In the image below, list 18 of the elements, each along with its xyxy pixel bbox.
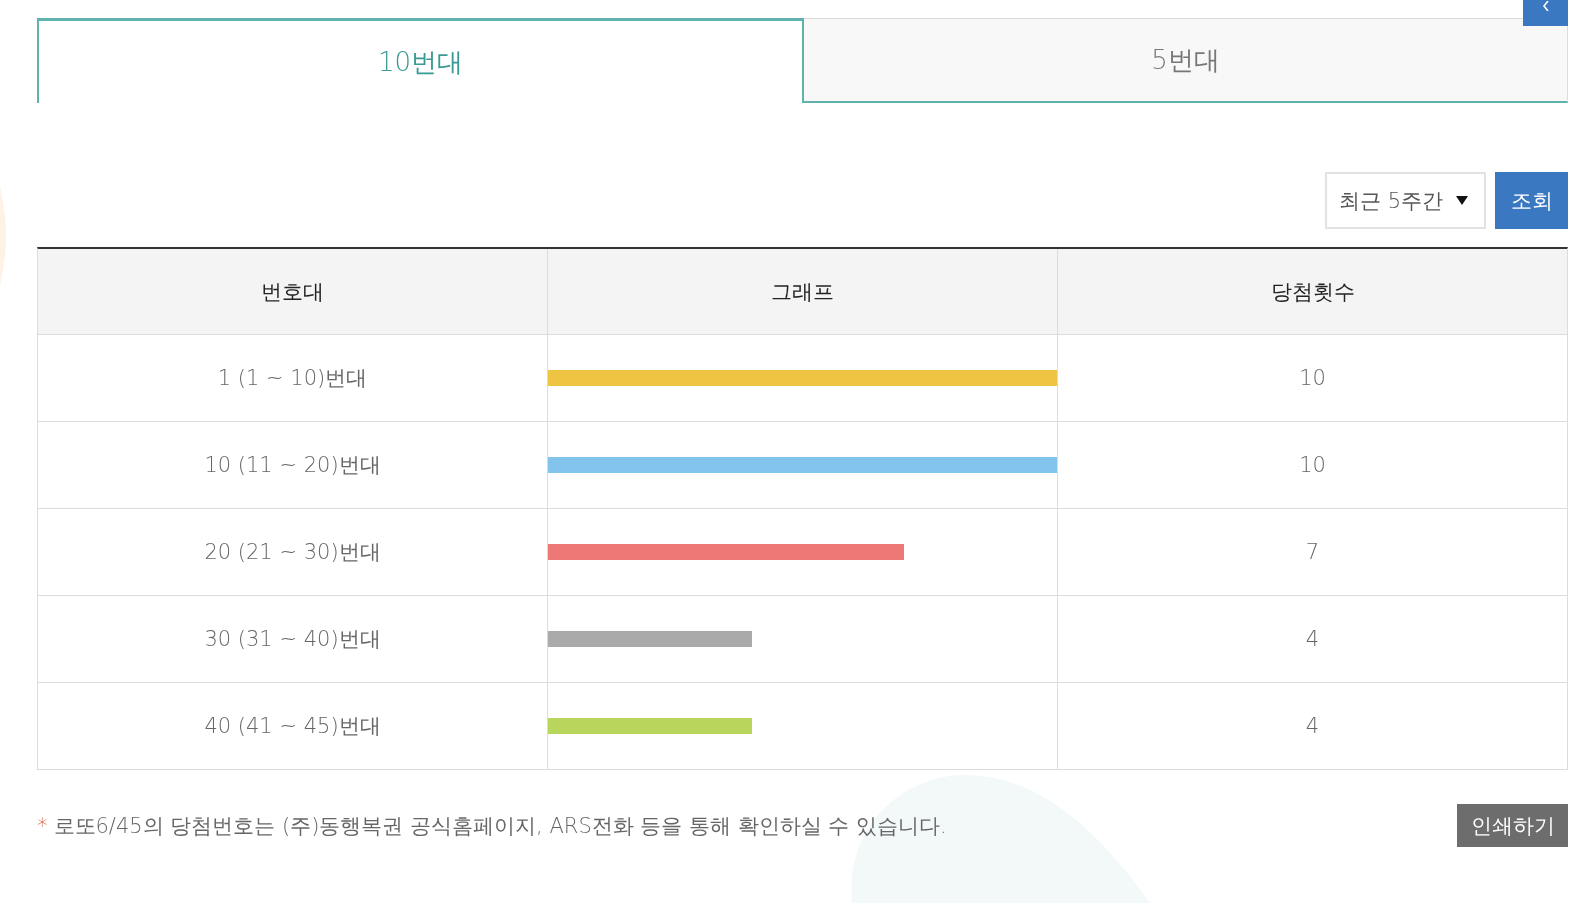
chevron-left-icon [1541,1,1550,11]
table-cell-text: 10 [1298,365,1327,392]
column-header: 그래프 [548,249,1058,334]
table-cell-text: 4 [1304,713,1321,740]
side-toggle-button[interactable] [1523,0,1568,26]
tab[interactable]: 5번대 [804,18,1568,103]
column-header: 당첨횟수 [1269,278,1356,306]
search-button[interactable]: 조회 [1495,172,1568,229]
footnote-mark: * [37,813,48,838]
period-dropdown[interactable]: 최근 5주간 [1325,172,1486,229]
table-cell-text: 10 [1298,452,1327,479]
print-button[interactable]: 인쇄하기 [1457,804,1568,847]
tab[interactable]: 10번대 [37,18,804,103]
dropdown-arrow-icon [1456,196,1468,205]
table-cell-text: 4 [1304,626,1321,653]
table-cell-text: 7 [1304,539,1321,566]
footnote-text: 로또6/45의 당첨번호는 (주)동행복권 공식홈페이지, ARS전화 등을 통해 확인하실 수 있습니다. [53,812,947,840]
column-header: 번호대 [38,249,548,334]
